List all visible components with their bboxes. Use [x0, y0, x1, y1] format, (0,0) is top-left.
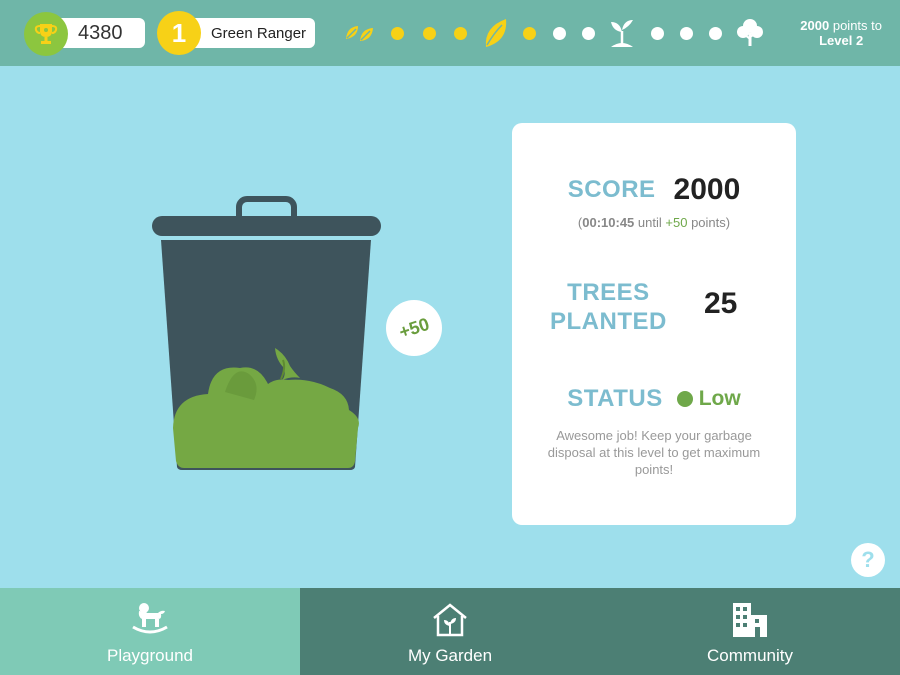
garden-house-icon	[431, 600, 469, 640]
status-row: STATUS Low	[512, 385, 796, 413]
progress-dot	[650, 14, 665, 52]
bonus-points-label: +50	[396, 313, 432, 342]
trees-planted-label: TREES PLANTED	[550, 278, 667, 336]
trees-planted-value: 25	[704, 287, 738, 320]
next-level-points: 2000	[800, 18, 830, 33]
status-value: Low	[698, 387, 741, 410]
progress-dot	[422, 14, 437, 52]
score-sub-close: points)	[691, 215, 731, 230]
score-until: until	[637, 215, 662, 230]
progress-dot	[552, 14, 567, 52]
level-progress-track	[340, 14, 770, 52]
garbage-bin-illustration	[150, 196, 384, 477]
status-indicator: Low	[676, 387, 741, 411]
score-timer-note: (00:10:45 until +50 points)	[512, 215, 796, 230]
trophy-icon	[24, 12, 68, 56]
help-icon: ?	[861, 547, 875, 572]
score-label: SCORE	[567, 176, 656, 203]
nav-label-playground: Playground	[106, 646, 193, 665]
nav-tab-community[interactable]: Community	[600, 588, 900, 675]
status-dot-icon	[676, 391, 693, 407]
nav-tab-playground[interactable]: Playground	[0, 588, 300, 675]
progress-dot	[679, 14, 694, 52]
rank-title: Green Ranger	[211, 24, 307, 42]
progress-dot	[390, 14, 405, 52]
score-bonus: +50	[665, 215, 688, 230]
top-bar: 4380 Green Ranger 1 2000 points to Level…	[0, 0, 900, 66]
progress-dot	[708, 14, 723, 52]
help-button[interactable]: ?	[851, 543, 885, 577]
bottom-navigation: Playground My Garden Community	[0, 588, 900, 675]
rank-badge: 1	[157, 11, 201, 55]
progress-dot	[453, 14, 468, 52]
leaves-icon	[342, 14, 378, 52]
progress-dot	[581, 14, 596, 52]
buildings-icon	[731, 600, 769, 640]
rocking-horse-icon	[130, 600, 170, 640]
nav-label-my-garden: My Garden	[407, 646, 493, 665]
score-timer: 00:10:45	[582, 215, 635, 230]
score-value: 2000	[673, 173, 741, 206]
next-level-suffix: points to	[832, 18, 882, 33]
next-level-info: 2000 points to Level 2	[800, 18, 882, 48]
next-level-name: Level 2	[819, 33, 864, 48]
nav-tab-my-garden[interactable]: My Garden	[300, 588, 600, 675]
rank-number: 1	[171, 17, 187, 48]
score-row: SCORE 2000	[512, 173, 796, 207]
nav-label-community: Community	[707, 646, 793, 665]
leaf-icon	[480, 14, 510, 52]
bonus-points-bubble: +50	[386, 300, 442, 356]
trees-label-line1: TREES	[567, 279, 650, 306]
sprout-icon	[606, 14, 638, 52]
progress-dot	[522, 14, 537, 52]
points-total: 4380	[78, 21, 123, 44]
status-label: STATUS	[567, 385, 663, 412]
tree-icon	[735, 14, 765, 52]
trees-label-line2: PLANTED	[550, 308, 667, 335]
stats-card: SCORE 2000 (00:10:45 until +50 points) T…	[512, 123, 796, 525]
status-message: Awesome job! Keep your garbage disposal …	[547, 428, 761, 477]
